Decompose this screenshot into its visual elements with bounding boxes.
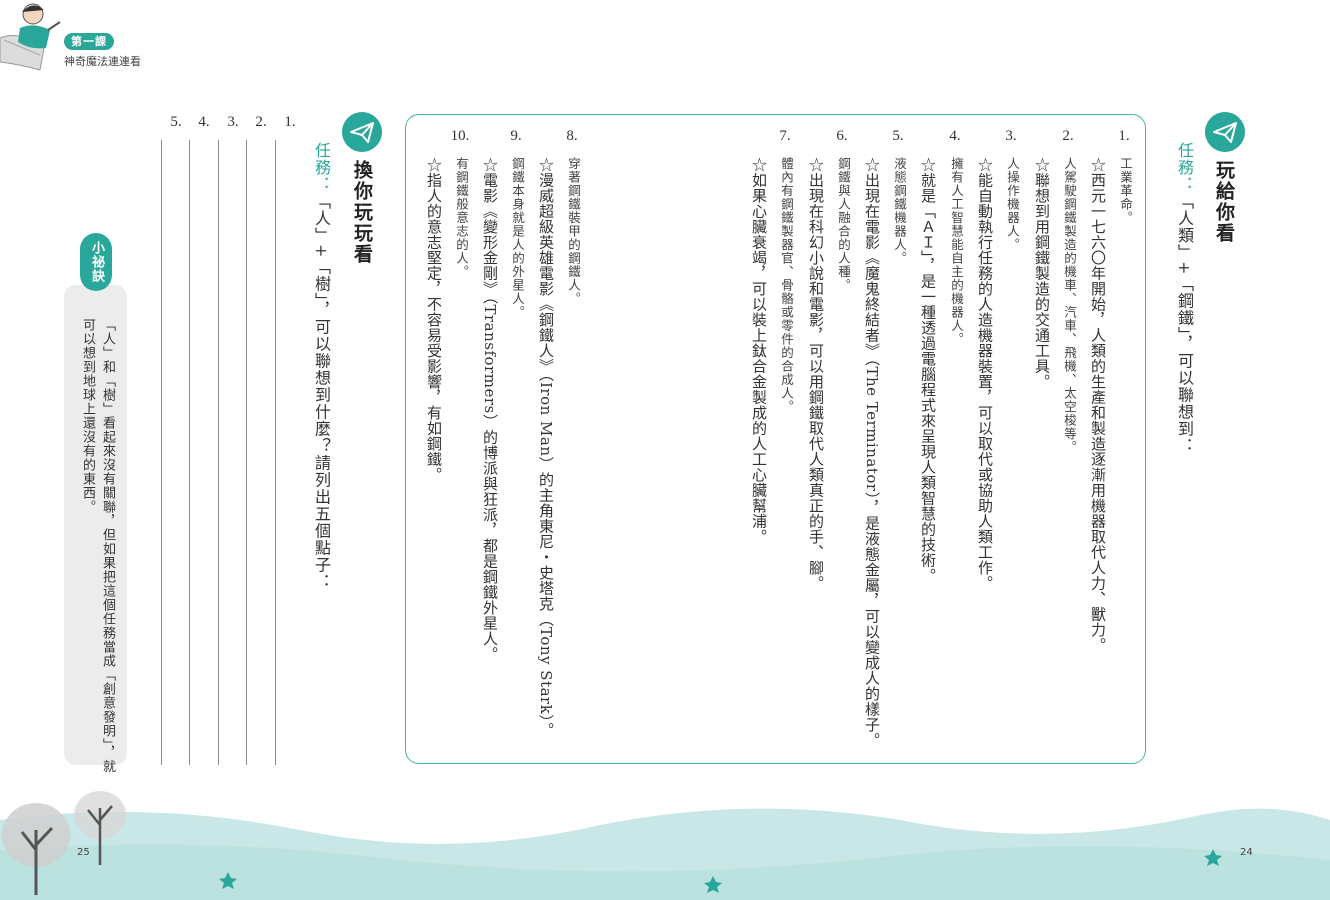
answer-line[interactable] — [218, 140, 219, 765]
item-number: 1. — [1118, 128, 1130, 144]
item-title: 有鋼鐵般意志的人。 — [454, 157, 469, 279]
hill-illustration — [0, 808, 1330, 900]
item-number: 4. — [949, 128, 961, 144]
item-number: 6. — [836, 128, 848, 144]
tip-line: 可以想到地球上還沒有的東西。 — [80, 318, 95, 514]
item-number: 9. — [510, 128, 522, 144]
lesson-badge: 第一課 — [64, 33, 114, 50]
tip-badge: 小祕訣 — [80, 233, 112, 291]
answer-line[interactable] — [246, 140, 247, 765]
item-title: 人駕駛鋼鐵製造的機車、汽車、飛機、太空梭等。 — [1062, 157, 1077, 454]
left-task: 任務：「人」+「樹」，可以聯想到什麼？請列出五個點子： — [309, 142, 333, 590]
paper-plane-icon — [1205, 112, 1245, 152]
answer-line[interactable] — [161, 140, 162, 765]
item-number: 7. — [779, 128, 791, 144]
answer-number: 1. — [284, 114, 296, 130]
task-label: 任務： — [1175, 142, 1194, 193]
item-number: 2. — [1062, 128, 1074, 144]
page-number-right: 24 — [1240, 847, 1253, 858]
item-number: 3. — [1005, 128, 1017, 144]
answer-line[interactable] — [275, 140, 276, 765]
item-explanation: ☆聯想到用鋼鐵製造的交通工具。 — [1033, 157, 1051, 390]
page-number-left: 25 — [77, 847, 90, 858]
item-title: 工業革命。 — [1118, 157, 1133, 225]
task-label: 任務： — [312, 142, 331, 193]
item-explanation: ☆漫威超級英雄電影《鋼鐵人》（Iron Man）的主角東尼・史塔克（Tony S… — [537, 157, 555, 738]
item-explanation: ☆出現在電影《魔鬼終結者》（The Terminator），是液態金屬，可以變成… — [863, 157, 881, 748]
item-title: 擁有人工智慧能自主的機器人。 — [949, 157, 964, 346]
item-explanation: ☆如果心臟衰竭，可以裝上鈦合金製成的人工心臟幫浦。 — [750, 157, 768, 545]
answer-line[interactable] — [189, 140, 190, 765]
item-number: 10. — [450, 128, 470, 144]
item-number: 8. — [566, 128, 578, 144]
paper-plane-icon — [342, 112, 382, 152]
answer-number: 2. — [255, 114, 267, 130]
item-title: 液態鋼鐵機器人。 — [892, 157, 907, 265]
task-text: 「人類」+「鋼鐵」，可以聯想到： — [1175, 193, 1194, 455]
item-explanation: ☆就是「ＡＩ」，是一種透過電腦程式來呈現人類智慧的技術。 — [919, 157, 937, 584]
answer-number: 3. — [227, 114, 239, 130]
right-task: 任務：「人類」+「鋼鐵」，可以聯想到： — [1172, 142, 1196, 454]
item-title: 體內有鋼鐵製器官、骨骼或零件的合成人。 — [779, 157, 794, 414]
item-title: 鋼鐵與人融合的人種。 — [836, 157, 851, 292]
lesson-title: 神奇魔法連連看 — [64, 55, 141, 68]
character-illustration — [0, 3, 61, 71]
item-explanation: ☆西元一七六〇年開始，人類的生產和製造逐漸用機器取代人力、獸力。 — [1089, 157, 1107, 653]
right-heading: 玩給你看 — [1213, 160, 1235, 244]
tree-illustration — [2, 791, 126, 895]
item-title: 人操作機器人。 — [1005, 157, 1020, 252]
answer-number: 5. — [170, 114, 182, 130]
tip-text: 「人」和「樹」看起來沒有關聯，但如果把這個任務當成「創意發明」，就 可以想到地球上… — [77, 318, 117, 774]
item-explanation: ☆出現在科幻小說和電影，可以用鋼鐵取代人類真正的手、腳。 — [807, 157, 825, 591]
left-heading: 換你玩玩看 — [351, 160, 373, 265]
item-number: 5. — [892, 128, 904, 144]
item-explanation: ☆指人的意志堅定，不容易受影響，有如鋼鐵。 — [425, 157, 443, 483]
task-text: 「人」+「樹」，可以聯想到什麼？請列出五個點子： — [312, 193, 331, 591]
item-explanation: ☆能自動執行任務的人造機器裝置，可以取代或協助人類工作。 — [976, 157, 994, 591]
answer-number: 4. — [198, 114, 210, 130]
item-explanation: ☆電影《變形金剛》（Transformers）的博派與狂派，都是鋼鐵外星人。 — [481, 157, 499, 662]
item-title: 穿著鋼鐵裝甲的鋼鐵人。 — [566, 157, 581, 306]
item-title: 鋼鐵本身就是人的外星人。 — [510, 157, 525, 319]
tip-line: 「人」和「樹」看起來沒有關聯，但如果把這個任務當成「創意發明」，就 — [100, 318, 115, 774]
